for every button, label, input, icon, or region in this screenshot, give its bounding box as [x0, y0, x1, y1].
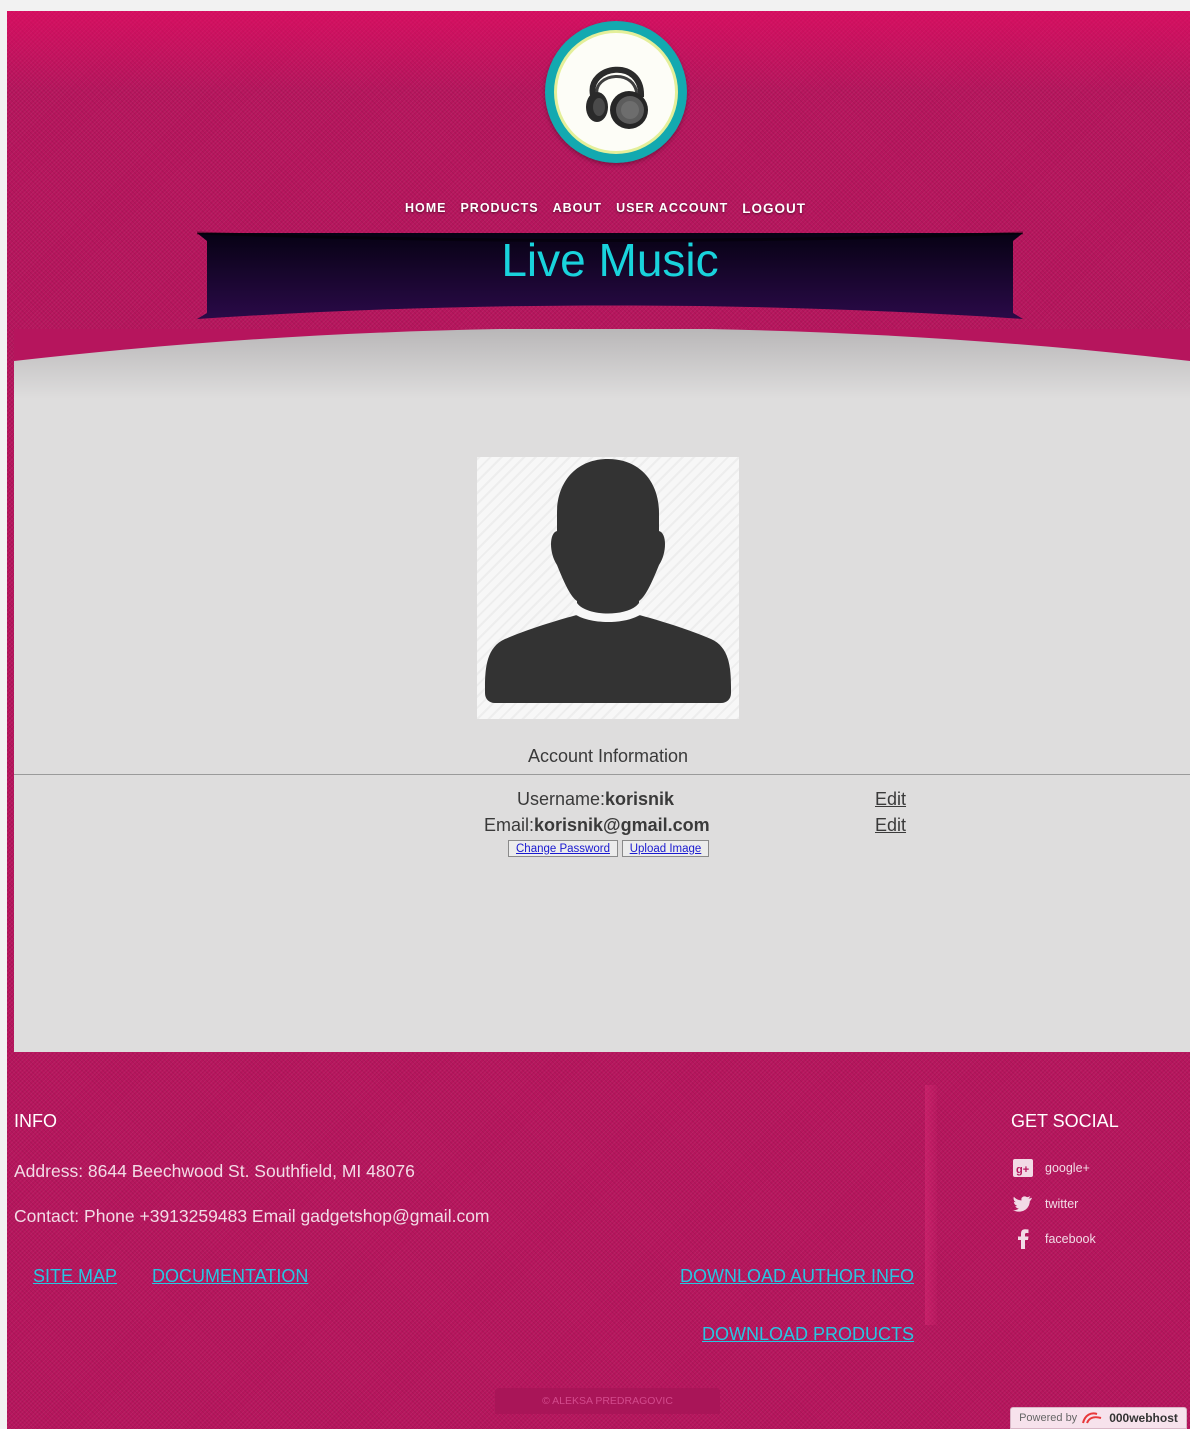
divider — [14, 774, 1190, 775]
username-value: korisnik — [605, 789, 675, 809]
facebook-icon — [1013, 1229, 1033, 1249]
footer-address: Address: 8644 Beechwood St. Southfield, … — [14, 1161, 415, 1181]
powered-by-badge[interactable]: Powered by 000webhost — [1010, 1407, 1187, 1429]
google-plus-icon: g+ — [1013, 1158, 1033, 1178]
social-google-plus[interactable]: g+ google+ — [1013, 1158, 1090, 1178]
download-author-info-link[interactable]: DOWNLOAD AUTHOR INFO — [680, 1266, 914, 1287]
page-title: Live Music — [501, 234, 719, 286]
username-row: Username:korisnik — [517, 789, 674, 810]
email-value: korisnik@gmail.com — [534, 815, 710, 835]
twitter-icon — [1013, 1194, 1033, 1214]
nav-about[interactable]: ABOUT — [553, 201, 602, 216]
svg-text:g+: g+ — [1016, 1164, 1029, 1176]
social-google-plus-label: google+ — [1045, 1161, 1090, 1175]
site-map-link[interactable]: SITE MAP — [33, 1266, 117, 1287]
content-top-curve — [14, 329, 1190, 399]
account-info-title: Account Information — [527, 746, 689, 766]
edit-username-link[interactable]: Edit — [875, 789, 906, 810]
change-password-button[interactable]: Change Password — [508, 840, 618, 857]
footer-info-title: INFO — [14, 1111, 57, 1131]
footer-contact: Contact: Phone +3913259483 Email gadgets… — [14, 1206, 490, 1226]
nav-user-account[interactable]: USER ACCOUNT — [616, 201, 728, 216]
main-content: Account Information Username:korisnik Ed… — [14, 329, 1190, 1052]
profile-image — [477, 457, 739, 719]
nav-home[interactable]: HOME — [405, 201, 447, 216]
username-label: Username: — [517, 789, 606, 809]
social-facebook[interactable]: facebook — [1013, 1229, 1096, 1249]
email-row: Email:korisnik@gmail.com — [484, 815, 710, 836]
upload-image-button[interactable]: Upload Image — [622, 840, 709, 857]
powered-by-label: Powered by — [1019, 1412, 1078, 1424]
webhost-logo-icon — [1082, 1412, 1102, 1424]
email-label: Email: — [484, 815, 535, 835]
copyright: © ALEKSA PREDRAGOVIC — [495, 1388, 720, 1414]
get-social-title: GET SOCIAL — [1011, 1111, 1119, 1131]
social-twitter[interactable]: twitter — [1013, 1194, 1078, 1214]
download-products-link[interactable]: DOWNLOAD PRODUCTS — [702, 1324, 914, 1345]
webhost-name: 000webhost — [1109, 1411, 1178, 1425]
main-nav: HOME PRODUCTS ABOUT USER ACCOUNT LOGOUT — [7, 201, 1190, 216]
social-facebook-label: facebook — [1045, 1232, 1096, 1246]
user-avatar-icon — [485, 459, 731, 703]
nav-products[interactable]: PRODUCTS — [460, 201, 538, 216]
edit-email-link[interactable]: Edit — [875, 815, 906, 836]
title-banner: Live Music — [197, 229, 1023, 321]
documentation-link[interactable]: DOCUMENTATION — [152, 1266, 308, 1287]
footer-separator — [925, 1085, 937, 1325]
headphones-icon — [586, 66, 648, 129]
nav-logout[interactable]: LOGOUT — [742, 201, 806, 216]
site-logo[interactable] — [545, 21, 687, 163]
social-twitter-label: twitter — [1045, 1197, 1079, 1211]
page: HOME PRODUCTS ABOUT USER ACCOUNT LOGOUT … — [7, 11, 1190, 1429]
